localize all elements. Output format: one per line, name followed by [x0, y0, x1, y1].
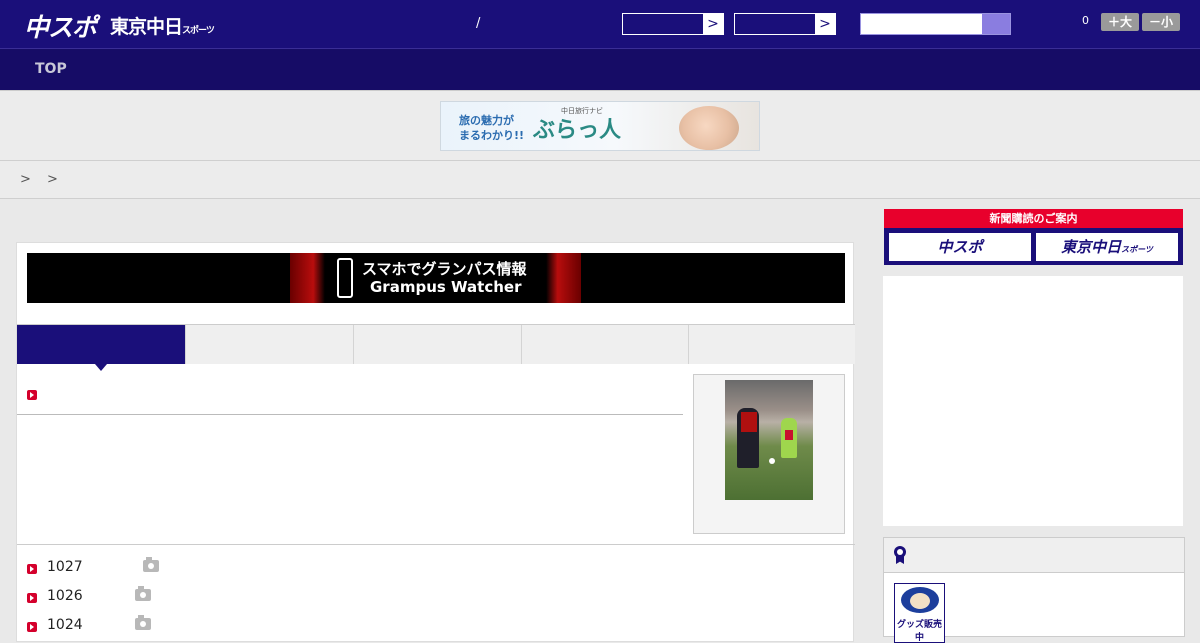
camera-icon: [143, 557, 159, 572]
smartphone-icon: [337, 258, 353, 298]
subscribe-chuspo-button[interactable]: 中スポ: [889, 233, 1031, 261]
main-nav: TOP: [0, 48, 1200, 90]
list-item-label: 1027: [47, 559, 83, 575]
counter-value: 0: [1082, 14, 1089, 27]
ad-tagline-2: まるわかり!!: [459, 129, 525, 142]
chevron-right-icon: >: [703, 14, 723, 34]
list-item[interactable]: 1026: [27, 586, 177, 608]
sidebar-ad-slot: [883, 276, 1183, 526]
lead-photo[interactable]: [725, 380, 813, 500]
section-select-1[interactable]: >: [622, 13, 724, 35]
chevron-right-icon: >: [815, 14, 835, 34]
award-ribbon-icon: [894, 546, 906, 564]
grampus-banner-inner: スマホでグランパス情報 Grampus Watcher: [290, 253, 581, 303]
list-item-label: 1024: [47, 617, 83, 633]
tab-5[interactable]: [688, 325, 855, 364]
search-button[interactable]: [982, 14, 1010, 34]
ad-banner-area: 旅の魅力が まるわかり!! 中日旅行ナビ ぶらっ人: [0, 90, 1200, 160]
breadcrumb-separators: > >: [20, 172, 64, 187]
subscribe-tokyo-label: 東京中日: [1061, 238, 1122, 256]
soccer-ball: [769, 458, 775, 464]
sports-small-text: スポーツ: [182, 26, 215, 36]
travel-ad-banner[interactable]: 旅の魅力が まるわかり!! 中日旅行ナビ ぶらっ人: [440, 101, 760, 151]
play-arrow-icon: [27, 622, 37, 632]
chuspo-logo[interactable]: 中スポ: [24, 8, 97, 44]
section-select-2[interactable]: >: [734, 13, 836, 35]
ribbon-tail: [896, 556, 904, 564]
lead-divider: [17, 414, 683, 415]
lead-photo-frame: [693, 374, 845, 534]
player-figure: [781, 418, 797, 458]
ad-brand: ぶらっ人: [533, 118, 622, 143]
subscription-header: 新聞購読のご案内: [884, 209, 1183, 228]
list-item[interactable]: 1024: [27, 615, 177, 637]
ad-tagline: 旅の魅力が まるわかり!!: [459, 113, 524, 143]
list-divider: [17, 544, 855, 545]
tab-3[interactable]: [353, 325, 521, 364]
font-size-up-button[interactable]: ＋大: [1101, 13, 1139, 31]
ad-model-photo: [679, 106, 739, 150]
subscription-box: 新聞購読のご案内 中スポ 東京中日スポーツ: [884, 209, 1183, 265]
camera-icon: [135, 586, 151, 601]
search-input[interactable]: [860, 13, 1011, 35]
tab-4[interactable]: [521, 325, 688, 364]
list-item-label: 1026: [47, 588, 83, 604]
grampus-banner-title: スマホでグランパス情報: [362, 260, 527, 278]
ad-tagline-1: 旅の魅力が: [459, 114, 514, 127]
nav-item-top[interactable]: TOP: [35, 61, 67, 77]
goods-banner[interactable]: グッズ販売中: [894, 583, 945, 643]
grampus-watcher-banner[interactable]: スマホでグランパス情報 Grampus Watcher: [27, 253, 845, 303]
breadcrumb: > >: [0, 160, 1200, 199]
play-arrow-icon: [27, 564, 37, 574]
camera-icon: [135, 615, 151, 630]
player-figure: [737, 408, 759, 468]
header-bar: 中スポ 東京中日スポーツ / > > 0 ＋大 －小: [0, 0, 1200, 48]
category-tabs: [17, 324, 855, 371]
date-separator: /: [476, 16, 481, 31]
play-arrow-icon: [27, 593, 37, 603]
sidebar-box-header: [884, 538, 1184, 573]
tab-2[interactable]: [185, 325, 353, 364]
player-shirt: [785, 430, 793, 440]
tab-1[interactable]: [17, 325, 185, 371]
font-size-down-button[interactable]: －小: [1142, 13, 1180, 31]
list-item[interactable]: 1027: [27, 557, 177, 579]
subscribe-tokyo-button[interactable]: 東京中日スポーツ: [1036, 233, 1178, 261]
play-arrow-icon: [27, 390, 37, 400]
grampus-banner-subtitle: Grampus Watcher: [370, 278, 522, 296]
mascot-face: [901, 587, 939, 613]
goods-label: グッズ販売中: [897, 620, 943, 643]
tokyo-chunichi-logo[interactable]: 東京中日スポーツ: [110, 12, 215, 39]
sidebar-goods-box: グッズ販売中: [883, 537, 1185, 643]
player-shirt: [741, 412, 757, 432]
tokyo-chunichi-logo-text: 東京中日: [110, 16, 183, 38]
main-content: スマホでグランパス情報 Grampus Watcher 1027 1026 10…: [16, 242, 855, 642]
subscribe-tokyo-small: スポーツ: [1121, 245, 1153, 254]
